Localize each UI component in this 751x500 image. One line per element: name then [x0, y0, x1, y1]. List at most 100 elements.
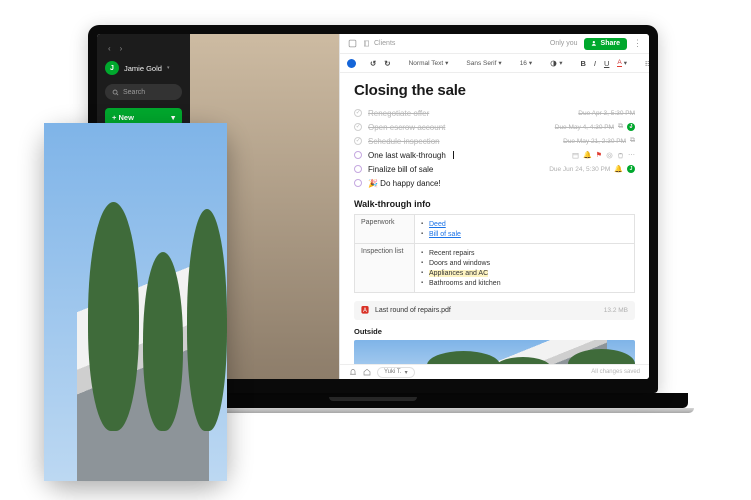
- task-checkbox[interactable]: [354, 136, 362, 145]
- notebook-icon: [364, 40, 369, 47]
- section-title: Walk-through info: [354, 199, 431, 209]
- embedded-photo[interactable]: [44, 123, 227, 481]
- image-caption: Outside: [354, 327, 382, 336]
- font-family-select[interactable]: Sans Serif ▾: [462, 59, 505, 68]
- privacy-label: Only you: [549, 40, 578, 47]
- formatting-toolbar: ↺ ↻ Normal Text ▾ Sans Serif ▾ 16 ▾ ▾ B …: [340, 54, 649, 73]
- nav-back-icon[interactable]: ‹: [108, 44, 111, 53]
- attachment-name: Last round of repairs.pdf: [375, 307, 451, 314]
- phone-content[interactable]: Closing the sale Renegotiate offer Due A…: [44, 123, 227, 481]
- table-row: Paperwork Deed Bill of sale: [354, 214, 635, 244]
- collaborator-chip[interactable]: Yuki T. ▾: [377, 366, 415, 378]
- note-thumbnail: [190, 34, 339, 379]
- highlight-color-button[interactable]: ▾: [546, 59, 566, 67]
- task-label: Renegotiate offer: [368, 108, 430, 118]
- avatar: J: [105, 61, 119, 75]
- task-due: Due May 21, 2:30 PM: [563, 137, 626, 145]
- screenshot-stage: ‹ › J Jamie Gold ▾ Search + New ▾ Client…: [0, 0, 751, 500]
- task-row[interactable]: Open escrow account Due May 4, 4:30 PM ⧉…: [354, 120, 635, 134]
- account-switcher[interactable]: J Jamie Gold ▾: [105, 61, 182, 75]
- list-item: Recent repairs: [421, 248, 628, 258]
- task-row[interactable]: 🎉 Do happy dance!: [354, 176, 635, 190]
- bell-icon: 🔔: [614, 166, 623, 173]
- attachment-icon: ⧉: [618, 123, 623, 130]
- text-color-icon: [550, 60, 557, 66]
- redo-icon[interactable]: ↻: [380, 59, 394, 68]
- calendar-icon[interactable]: [572, 152, 579, 159]
- task-checkbox[interactable]: [354, 179, 362, 187]
- task-label: Finalize bill of sale: [368, 164, 434, 174]
- home-icon[interactable]: [363, 368, 371, 376]
- person-add-icon: [591, 41, 596, 46]
- breadcrumb[interactable]: Clients: [363, 40, 395, 47]
- task-due: Due Jun 24, 5:30 PM: [549, 165, 611, 173]
- table-row: Inspection list Recent repairs Doors and…: [354, 243, 635, 293]
- task-checkbox[interactable]: [354, 122, 362, 131]
- bell-icon[interactable]: 🔔: [583, 151, 592, 159]
- chevron-down-icon: ▾: [166, 65, 170, 71]
- table-row-content: Deed Bill of sale: [414, 214, 635, 244]
- task-label: Schedule inspection: [368, 136, 440, 146]
- walkthrough-table: Paperwork Deed Bill of sale Inspection l…: [354, 214, 635, 293]
- task-label: Open escrow account: [368, 122, 446, 132]
- table-row-content: Recent repairs Doors and windows Applian…: [414, 243, 635, 293]
- task-label: One last walk-through: [368, 150, 446, 160]
- avatar: J: [627, 123, 635, 131]
- search-input[interactable]: Search: [105, 84, 182, 100]
- list-item[interactable]: Bill of sale: [421, 229, 628, 239]
- chevron-down-icon[interactable]: ▾: [171, 113, 175, 122]
- editor-statusbar: Yuki T. ▾ All changes saved: [340, 364, 649, 379]
- list-item[interactable]: Deed: [421, 219, 628, 229]
- bulleted-list-button[interactable]: ▾: [641, 59, 649, 67]
- task-row-active[interactable]: One last walk-through 🔔 ⚑ ⋯: [354, 148, 635, 162]
- attachment-row[interactable]: 🅰 Last round of repairs.pdf 13.2 MB: [354, 301, 635, 320]
- font-size-select[interactable]: 16 ▾: [516, 59, 537, 68]
- collaborator-name: Yuki T.: [384, 369, 402, 375]
- italic-button[interactable]: I: [590, 59, 600, 68]
- phone-screen: ✓ ↺ ↻ ⋯ Cl: [44, 123, 227, 481]
- editor-content[interactable]: Closing the sale Renegotiate offer Due A…: [340, 73, 649, 364]
- link-bill-of-sale[interactable]: Bill of sale: [429, 231, 461, 238]
- search-placeholder: Search: [123, 88, 146, 96]
- avatar: J: [627, 165, 635, 173]
- table-row-label: Paperwork: [354, 214, 415, 244]
- text-color-button[interactable]: A ▾: [613, 59, 631, 67]
- embedded-photo[interactable]: [354, 340, 635, 364]
- share-label: Share: [600, 40, 620, 47]
- flag-icon[interactable]: ⚑: [596, 151, 602, 159]
- editor-topbar: Clients Only you Share ⋮: [340, 34, 649, 54]
- task-checkbox[interactable]: [354, 108, 362, 117]
- record-dot-icon[interactable]: [347, 58, 356, 68]
- trash-icon[interactable]: [617, 152, 624, 159]
- undo-icon[interactable]: ↺: [366, 59, 380, 68]
- note-app-icon[interactable]: [348, 39, 357, 48]
- pdf-icon: 🅰: [361, 306, 369, 315]
- list-bullet-icon: [645, 60, 649, 66]
- more-icon[interactable]: ⋯: [628, 151, 635, 159]
- link-deed[interactable]: Deed: [429, 221, 446, 228]
- list-item: Doors and windows: [421, 258, 628, 268]
- phone-device: ✓ ↺ ↻ ⋯ Cl: [44, 123, 227, 481]
- more-options-icon[interactable]: ⋮: [633, 38, 642, 49]
- underline-button[interactable]: U: [600, 59, 613, 68]
- chevron-down-icon: ▾: [404, 369, 408, 376]
- mention-icon[interactable]: [606, 152, 613, 159]
- task-label: 🎉 Do happy dance!: [368, 178, 441, 188]
- share-button[interactable]: Share: [583, 37, 627, 50]
- paragraph-style-select[interactable]: Normal Text ▾: [405, 59, 453, 68]
- task-due: Due Apr 3, 5:30 PM: [578, 109, 635, 117]
- list-item: Bathrooms and kitchen: [421, 278, 628, 288]
- new-note-label: + New: [112, 112, 134, 122]
- bell-icon[interactable]: [349, 368, 357, 376]
- save-status: All changes saved: [591, 369, 640, 375]
- note-editor: Clients Only you Share ⋮ ↺ ↻ Normal Text…: [340, 34, 649, 379]
- table-row-label: Inspection list: [354, 243, 415, 293]
- task-row[interactable]: Finalize bill of sale Due Jun 24, 5:30 P…: [354, 162, 635, 176]
- task-checkbox[interactable]: [354, 165, 362, 173]
- task-row[interactable]: Renegotiate offer Due Apr 3, 5:30 PM: [354, 106, 635, 120]
- bold-button[interactable]: B: [576, 59, 589, 68]
- task-row[interactable]: Schedule inspection Due May 21, 2:30 PM …: [354, 134, 635, 148]
- search-icon: [112, 89, 119, 95]
- nav-forward-icon[interactable]: ›: [120, 44, 123, 53]
- task-checkbox[interactable]: [354, 151, 362, 159]
